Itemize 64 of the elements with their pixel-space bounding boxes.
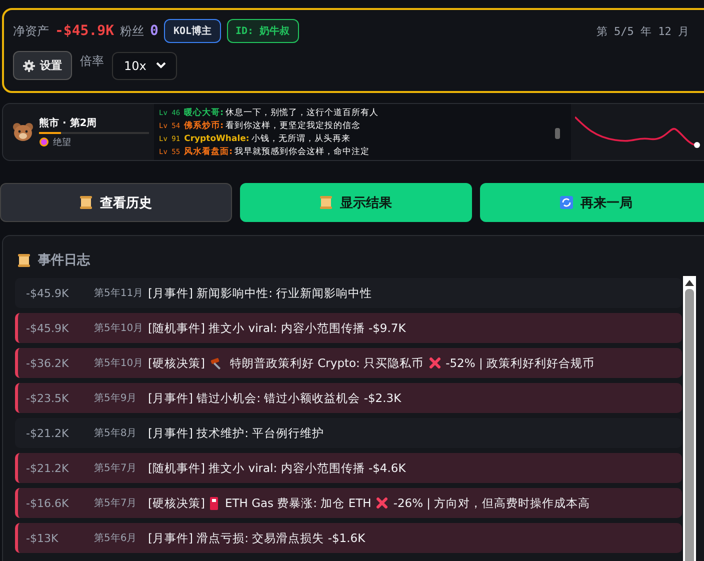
game-date: 第 5/5 年 12 月 — [596, 24, 690, 38]
event-text: [月事件] 滑点亏损: 交易滑点损失 -$1.6K — [148, 530, 366, 546]
date-text: 第5年8月 — [94, 427, 138, 440]
rate-label: 倍率 — [80, 53, 104, 70]
scrollbar[interactable] — [683, 276, 696, 561]
date-text: 第5年11月 — [94, 287, 144, 300]
event-text: -26% | 方向对，但高费时操作成本高 — [393, 496, 590, 510]
balance-text: -$36.2K — [25, 356, 70, 370]
cross-icon — [428, 357, 441, 369]
chevron-down-icon — [156, 62, 166, 69]
event-text: [月事件] 技术维护: 平台例行维护 — [148, 426, 324, 440]
balance-text: -$13K — [25, 532, 60, 544]
event-text: [月事件] 错过小机会: 错过小额收益机会 -$2.3K — [148, 390, 402, 406]
gear-icon — [23, 60, 35, 72]
fuel-pump-icon — [210, 496, 220, 510]
user-name: 暖心大哥: — [184, 108, 224, 118]
chat-message: 休息一下，别慌了，这行个道百所有人 — [225, 108, 378, 118]
balance-text: -$45.9K — [25, 286, 70, 300]
event-text: -52% | 政策利好利好合规币 — [446, 356, 594, 370]
action-button[interactable]: 显示结果 — [240, 183, 472, 222]
cross-icon — [376, 497, 388, 509]
event-text: [硬核决策] — [148, 356, 205, 370]
date-text: 第5年7月 — [94, 462, 138, 475]
fans-label: 粉丝 — [120, 22, 144, 40]
scroll-up-icon[interactable] — [685, 279, 694, 286]
date-text: 第5年6月 — [94, 532, 138, 545]
date-text: 第5年9月 — [94, 392, 138, 405]
event-text: [硬核决策] — [148, 496, 205, 510]
net-worth-label: 净资产 — [13, 22, 49, 40]
user-name: 佛系炒币: — [184, 121, 224, 131]
log-title: 事件日志 — [38, 252, 90, 269]
event-text: ETH Gas 费暴涨: 加仓 ETH — [224, 496, 372, 510]
scroll-icon — [320, 196, 332, 209]
refresh-icon — [560, 196, 572, 209]
balance-text: -$16.6K — [25, 496, 70, 510]
fans-value: 0 — [150, 23, 158, 39]
net-worth-value: -$45.9K — [55, 23, 114, 39]
balance-text: -$21.2K — [25, 426, 70, 440]
event-text: 特朗普政策利好 Crypto: 只买隐私币 — [230, 356, 424, 370]
action-button[interactable]: 查看历史 — [0, 183, 232, 222]
date-text: 第5年10月 — [94, 322, 144, 335]
action-button[interactable]: 再来一局 — [480, 183, 704, 222]
date-text: 第5年7月 — [94, 497, 138, 510]
market-title: 熊市 · 第2周 — [39, 116, 98, 130]
balance-text: -$23.5K — [25, 392, 70, 404]
event-text: [月事件] 新闻影响中性: 行业新闻影响中性 — [148, 286, 372, 300]
event-text: [随机事件] 推文小 viral: 内容小范围传播 -$9.7K — [148, 320, 406, 336]
mood-text: 绝望 — [53, 136, 71, 148]
chat-message: 小钱，无所谓，从头再来 — [251, 134, 350, 144]
bear-icon — [12, 122, 34, 142]
date-text: 第5年10月 — [94, 357, 144, 370]
balance-text: -$45.9K — [25, 322, 70, 334]
rate-select[interactable]: 10x — [112, 52, 178, 80]
role-tag: KOL博主 — [164, 19, 221, 43]
user-name: 风水看盘面: — [184, 147, 232, 157]
balance-text: -$21.2K — [25, 462, 70, 474]
scroll-icon — [80, 196, 92, 209]
scroll-icon — [18, 254, 30, 266]
event-text: [随机事件] 推文小 viral: 内容小范围传播 -$4.6K — [148, 460, 406, 476]
chat-message: 我早就预感到你会这样，命中注定 — [234, 147, 370, 157]
chat-message: 看到你这样，更坚定我定投的信念 — [225, 121, 360, 131]
role-tag: ID: 奶牛叔 — [226, 19, 299, 43]
user-name: CryptoWhale: — [184, 134, 250, 144]
settings-button[interactable]: 设置 — [13, 51, 72, 80]
